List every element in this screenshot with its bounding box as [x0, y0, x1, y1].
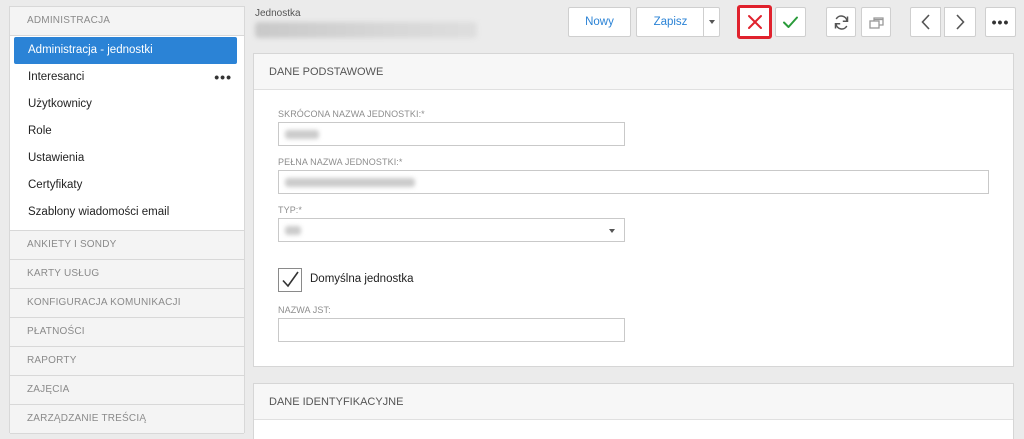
panel-basic-data: DANE PODSTAWOWE SKRÓCONA NAZWA JEDNOSTKI…: [253, 53, 1014, 367]
full-name-value-redacted: [285, 178, 415, 187]
sidebar-item-interesanci[interactable]: Interesanci •••: [10, 64, 244, 91]
short-name-value-redacted: [285, 130, 319, 139]
record-title-redacted: [255, 22, 477, 38]
open-window-button[interactable]: [861, 7, 891, 37]
full-name-input[interactable]: [278, 170, 989, 194]
record-type-label: Jednostka: [255, 8, 301, 19]
save-dropdown-button[interactable]: [703, 7, 720, 37]
more-actions-button[interactable]: •••: [985, 7, 1016, 37]
sidebar-item-uzytkownicy[interactable]: Użytkownicy: [10, 91, 244, 118]
short-name-label: SKRÓCONA NAZWA JEDNOSTKI:*: [278, 109, 425, 119]
check-icon: [783, 16, 798, 28]
sidebar-item-label: Użytkownicy: [28, 98, 92, 110]
confirm-button[interactable]: [775, 7, 806, 37]
save-button[interactable]: Zapisz: [636, 7, 704, 37]
next-button[interactable]: [944, 7, 976, 37]
sidebar-item-role[interactable]: Role: [10, 118, 244, 145]
type-label: TYP:*: [278, 205, 303, 215]
window-icon: [868, 16, 884, 29]
sidebar-item-label: Szablony wiadomości email: [28, 206, 170, 218]
sidebar-item-label: Interesanci: [28, 71, 85, 83]
type-value-redacted: [285, 226, 301, 235]
caret-down-icon: [708, 20, 715, 24]
sidebar-section-administracja[interactable]: ADMINISTRACJA: [10, 7, 244, 36]
sidebar-item-label: Administracja - jednostki: [28, 44, 153, 56]
sidebar-section-zarzadzanie[interactable]: ZARZĄDZANIE TREŚCIĄ: [10, 405, 244, 434]
panel-identification-title[interactable]: DANE IDENTYFIKACYJNE: [254, 384, 1013, 420]
previous-button[interactable]: [910, 7, 941, 37]
refresh-button[interactable]: [826, 7, 856, 37]
checkmark-icon: [282, 271, 299, 288]
cancel-button[interactable]: [737, 5, 772, 39]
panel-basic-title[interactable]: DANE PODSTAWOWE: [254, 54, 1013, 90]
full-name-label: PEŁNA NAZWA JEDNOSTKI:*: [278, 157, 403, 167]
jst-name-input[interactable]: [278, 318, 625, 342]
sidebar-item-ustawienia[interactable]: Ustawienia: [10, 145, 244, 172]
sidebar-item-label: Role: [28, 125, 52, 137]
refresh-icon: [834, 14, 848, 30]
sidebar-section-ankiety[interactable]: ANKIETY I SONDY: [10, 231, 244, 260]
sidebar: ADMINISTRACJA Administracja - jednostki …: [9, 6, 245, 434]
chevron-down-icon: [609, 229, 615, 233]
chevron-left-icon: [920, 14, 930, 30]
new-button[interactable]: Nowy: [568, 7, 631, 37]
sidebar-section-zajecia[interactable]: ZAJĘCIA: [10, 376, 244, 405]
sidebar-items: Administracja - jednostki Interesanci •••…: [10, 36, 244, 231]
sidebar-item-certyfikaty[interactable]: Certyfikaty: [10, 172, 244, 199]
default-unit-checkbox[interactable]: [278, 268, 302, 292]
panel-identification-data: DANE IDENTYFIKACYJNE: [253, 383, 1014, 439]
short-name-input[interactable]: [278, 122, 625, 146]
type-select[interactable]: [278, 218, 625, 242]
sidebar-item-label: Ustawienia: [28, 152, 85, 164]
default-unit-label: Domyślna jednostka: [310, 273, 414, 285]
sidebar-item-szablony[interactable]: Szablony wiadomości email: [10, 199, 244, 226]
jst-name-label: NAZWA JST:: [278, 305, 331, 315]
sidebar-section-karty-uslug[interactable]: KARTY USŁUG: [10, 260, 244, 289]
sidebar-section-platnosci[interactable]: PŁATNOŚCI: [10, 318, 244, 347]
chevron-right-icon: [956, 14, 965, 30]
sidebar-section-raporty[interactable]: RAPORTY: [10, 347, 244, 376]
close-icon: [747, 15, 762, 29]
sidebar-section-konfiguracja[interactable]: KONFIGURACJA KOMUNIKACJI: [10, 289, 244, 318]
sidebar-item-label: Certyfikaty: [28, 179, 83, 191]
more-options-icon[interactable]: •••: [214, 64, 232, 91]
sidebar-item-administracja-jednostki[interactable]: Administracja - jednostki: [14, 37, 237, 64]
